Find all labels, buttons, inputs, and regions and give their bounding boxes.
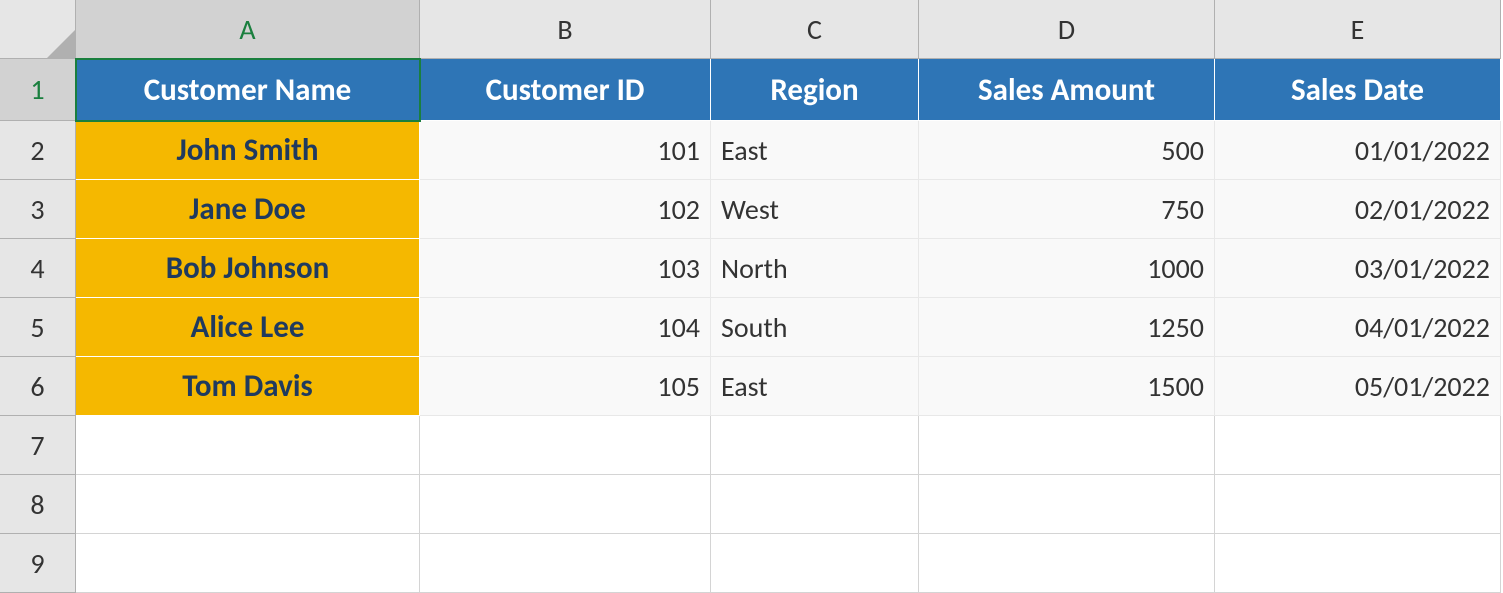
column-header-b[interactable]: B (420, 0, 711, 59)
cell-b5[interactable]: 104 (420, 298, 711, 357)
cell-e9[interactable] (1215, 534, 1501, 593)
cell-c6[interactable]: East (711, 357, 919, 416)
cell-a1[interactable]: Customer Name (76, 59, 420, 121)
cell-a8[interactable] (76, 475, 420, 534)
cell-a7[interactable] (76, 416, 420, 475)
cell-c4[interactable]: North (711, 239, 919, 298)
column-header-d[interactable]: D (919, 0, 1215, 59)
cell-b2[interactable]: 101 (420, 121, 711, 180)
row-header-3[interactable]: 3 (0, 180, 76, 239)
cell-e3[interactable]: 02/01/2022 (1215, 180, 1501, 239)
cell-d2[interactable]: 500 (919, 121, 1215, 180)
cell-d1[interactable]: Sales Amount (919, 59, 1215, 121)
cell-d7[interactable] (919, 416, 1215, 475)
cell-b3[interactable]: 102 (420, 180, 711, 239)
cell-c2[interactable]: East (711, 121, 919, 180)
cell-a3[interactable]: Jane Doe (76, 180, 420, 239)
cell-d5[interactable]: 1250 (919, 298, 1215, 357)
cell-a9[interactable] (76, 534, 420, 593)
cell-c5[interactable]: South (711, 298, 919, 357)
row-header-2[interactable]: 2 (0, 121, 76, 180)
row-header-7[interactable]: 7 (0, 416, 76, 475)
row-header-9[interactable]: 9 (0, 534, 76, 593)
cell-a4[interactable]: Bob Johnson (76, 239, 420, 298)
cell-d9[interactable] (919, 534, 1215, 593)
spreadsheet-grid: A B C D E 1 Customer Name Customer ID Re… (0, 0, 1503, 593)
cell-d3[interactable]: 750 (919, 180, 1215, 239)
cell-e6[interactable]: 05/01/2022 (1215, 357, 1501, 416)
cell-b4[interactable]: 103 (420, 239, 711, 298)
cell-c7[interactable] (711, 416, 919, 475)
cell-b1[interactable]: Customer ID (420, 59, 711, 121)
cell-a6[interactable]: Tom Davis (76, 357, 420, 416)
cell-c1[interactable]: Region (711, 59, 919, 121)
cell-d8[interactable] (919, 475, 1215, 534)
cell-d4[interactable]: 1000 (919, 239, 1215, 298)
cell-b8[interactable] (420, 475, 711, 534)
cell-d6[interactable]: 1500 (919, 357, 1215, 416)
cell-a2[interactable]: John Smith (76, 121, 420, 180)
cell-e7[interactable] (1215, 416, 1501, 475)
column-header-c[interactable]: C (711, 0, 919, 59)
row-header-6[interactable]: 6 (0, 357, 76, 416)
cell-b7[interactable] (420, 416, 711, 475)
row-header-5[interactable]: 5 (0, 298, 76, 357)
select-all-corner[interactable] (0, 0, 76, 59)
column-header-a[interactable]: A (76, 0, 420, 59)
cell-e4[interactable]: 03/01/2022 (1215, 239, 1501, 298)
cell-a5[interactable]: Alice Lee (76, 298, 420, 357)
row-header-8[interactable]: 8 (0, 475, 76, 534)
cell-b9[interactable] (420, 534, 711, 593)
cell-e2[interactable]: 01/01/2022 (1215, 121, 1501, 180)
cell-e5[interactable]: 04/01/2022 (1215, 298, 1501, 357)
cell-e1[interactable]: Sales Date (1215, 59, 1501, 121)
cell-c3[interactable]: West (711, 180, 919, 239)
cell-b6[interactable]: 105 (420, 357, 711, 416)
cell-e8[interactable] (1215, 475, 1501, 534)
column-header-e[interactable]: E (1215, 0, 1501, 59)
row-header-4[interactable]: 4 (0, 239, 76, 298)
cell-c8[interactable] (711, 475, 919, 534)
cell-c9[interactable] (711, 534, 919, 593)
row-header-1[interactable]: 1 (0, 59, 76, 121)
